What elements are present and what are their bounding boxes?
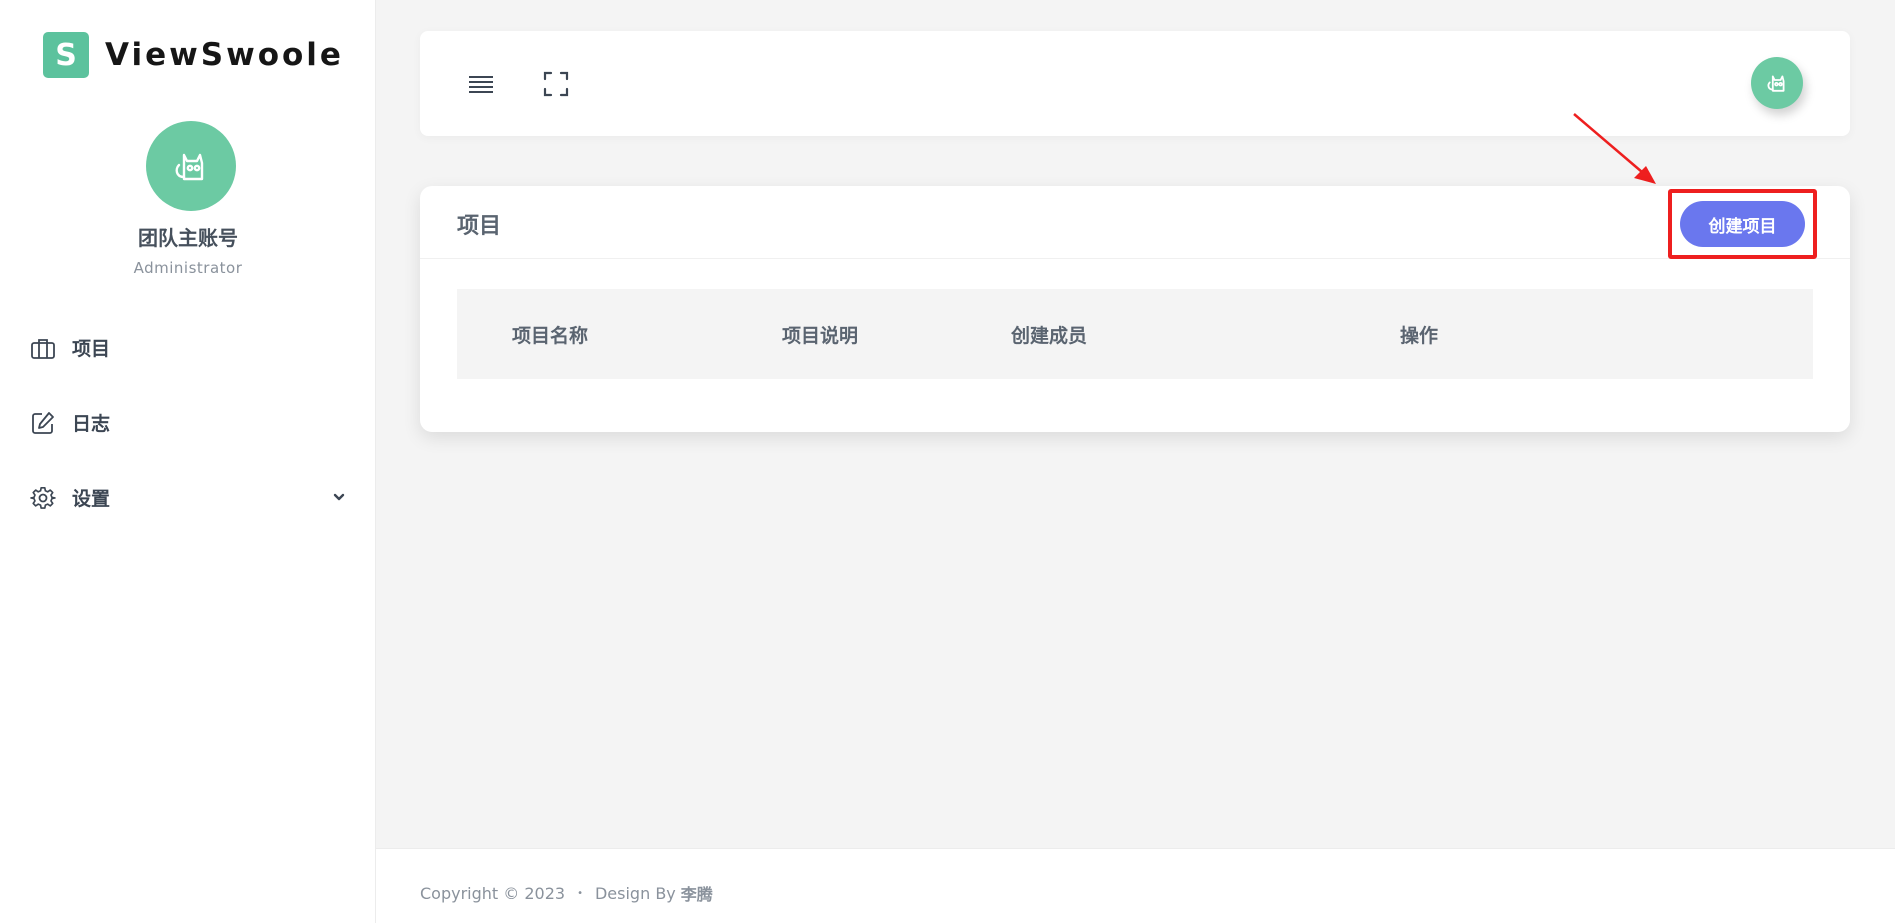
briefcase-icon: [30, 335, 56, 361]
brand-name: ViewSwoole: [105, 37, 344, 73]
menu-icon[interactable]: [466, 69, 496, 99]
cat-icon: [1767, 75, 1785, 92]
sidebar: S ViewSwoole 团队主账号 Administrator 项目 日志 设…: [0, 0, 376, 923]
fullscreen-icon[interactable]: [541, 69, 571, 99]
copyright: Copyright © 2023: [420, 883, 566, 903]
footer-separator: •: [577, 887, 583, 899]
column-header[interactable]: 项目说明: [782, 321, 858, 348]
projects-card: 项目 创建项目 项目名称 项目说明 创建成员 操作: [420, 186, 1850, 432]
footer: Copyright © 2023 • Design By 李腾: [376, 848, 1895, 923]
sidebar-item-label: 日志: [72, 413, 111, 435]
create-project-button[interactable]: 创建项目: [1680, 201, 1805, 247]
chevron-down-icon[interactable]: [332, 489, 346, 508]
sidebar-nav: 项目 日志 设置: [0, 310, 376, 535]
sidebar-item-label: 项目: [72, 338, 111, 360]
footer-text: Copyright © 2023 • Design By 李腾: [420, 881, 713, 905]
cat-icon: [175, 153, 204, 181]
sidebar-item-settings[interactable]: 设置: [0, 460, 376, 535]
author-link[interactable]: 李腾: [681, 881, 713, 905]
sidebar-item-projects[interactable]: 项目: [0, 310, 376, 385]
profile-avatar[interactable]: [146, 121, 236, 211]
sidebar-item-logs[interactable]: 日志: [0, 385, 376, 460]
profile-role: Administrator: [133, 259, 243, 277]
column-header[interactable]: 项目名称: [512, 321, 588, 348]
user-avatar[interactable]: [1751, 57, 1803, 109]
column-header[interactable]: 操作: [1400, 321, 1438, 348]
card-header: 项目 创建项目: [420, 186, 1850, 259]
design-by: Design By: [594, 883, 676, 903]
page-title: 项目: [457, 214, 502, 239]
brand[interactable]: S ViewSwoole: [43, 32, 344, 78]
edit-icon: [30, 410, 56, 436]
annotation-arrow: [1573, 113, 1656, 184]
sidebar-item-label: 设置: [72, 488, 111, 510]
brand-logo: S: [43, 32, 89, 78]
table-header: 项目名称 项目说明 创建成员 操作: [457, 289, 1813, 379]
profile-name: 团队主账号: [138, 226, 238, 250]
gear-icon: [30, 485, 56, 511]
column-header[interactable]: 创建成员: [1011, 321, 1087, 348]
